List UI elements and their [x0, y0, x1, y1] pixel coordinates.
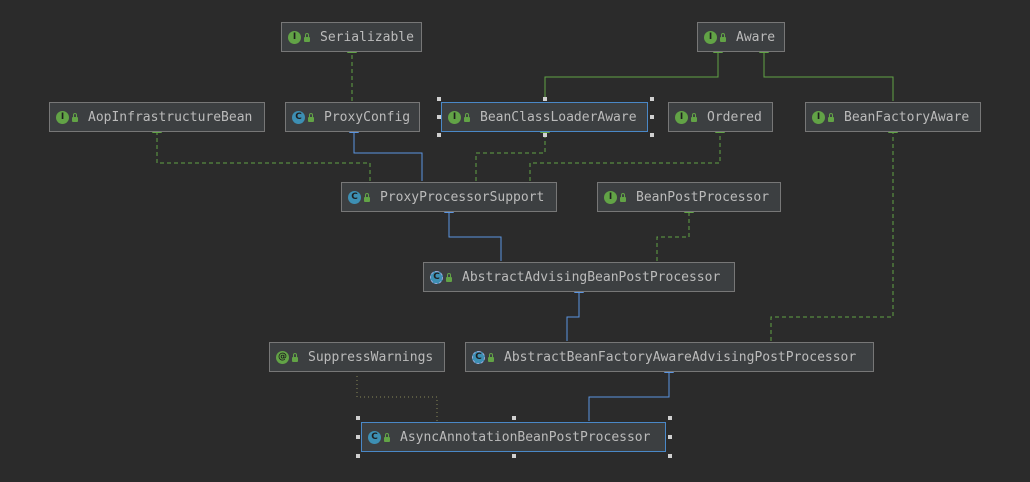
interface-icon: I — [812, 110, 825, 124]
node-suppress-warnings[interactable]: @ SuppressWarnings — [269, 342, 445, 372]
edge-beanfactoryaware-aware — [759, 44, 894, 101]
selection-handle[interactable] — [668, 435, 672, 439]
selection-handle[interactable] — [512, 416, 516, 420]
interface-icon: I — [675, 110, 688, 124]
selection-handle[interactable] — [650, 133, 654, 137]
node-label: AsyncAnnotationBeanPostProcessor — [400, 429, 651, 445]
lock-icon — [620, 192, 626, 202]
node-label: ProxyProcessorSupport — [380, 189, 545, 205]
lock-icon — [828, 112, 834, 122]
edge-pps-proxyconfig — [349, 124, 423, 181]
selection-handle[interactable] — [668, 454, 672, 458]
lock-icon — [304, 32, 310, 42]
node-proxy-processor-support[interactable]: C ProxyProcessorSupport — [341, 182, 557, 212]
edge-beanclassloaderaware-aware — [544, 44, 723, 101]
selection-handle[interactable] — [512, 454, 516, 458]
node-bean-post-processor[interactable]: I BeanPostProcessor — [597, 182, 781, 212]
edge-aabpp-beanpostprocessor — [656, 204, 694, 261]
node-bean-factory-aware[interactable]: I BeanFactoryAware — [805, 102, 981, 132]
edge-aabpp2-abfaapp — [588, 364, 674, 421]
lock-icon — [691, 112, 697, 122]
selection-handle[interactable] — [543, 133, 547, 137]
node-label: AopInfrastructureBean — [88, 109, 253, 125]
annotation-icon: @ — [276, 350, 289, 364]
node-label: AbstractBeanFactoryAwareAdvisingPostProc… — [504, 349, 857, 365]
lock-icon — [384, 432, 390, 442]
node-label: BeanClassLoaderAware — [480, 109, 637, 125]
selection-handle[interactable] — [543, 97, 547, 101]
lock-icon — [72, 112, 78, 122]
class-icon: C — [368, 430, 381, 444]
edge-aabpp-pps — [444, 204, 502, 261]
selection-handle[interactable] — [650, 97, 654, 101]
node-label: Serializable — [320, 29, 414, 45]
interface-icon: I — [604, 190, 617, 204]
edge-abfaapp-aabpp — [566, 284, 584, 341]
node-async-annotation-bean-post-processor[interactable]: C AsyncAnnotationBeanPostProcessor — [361, 422, 666, 452]
lock-icon — [720, 32, 726, 42]
node-label: SuppressWarnings — [308, 349, 434, 365]
edge-pps-beanclassloaderaware — [475, 124, 550, 181]
node-label: AbstractAdvisingBeanPostProcessor — [462, 269, 721, 285]
lock-icon — [364, 192, 370, 202]
class-icon: C — [348, 190, 361, 204]
lock-icon — [308, 112, 314, 122]
node-serializable[interactable]: I Serializable — [281, 22, 422, 52]
node-aware[interactable]: I Aware — [697, 22, 785, 52]
interface-icon: I — [56, 110, 69, 124]
node-label: Ordered — [707, 109, 762, 125]
selection-handle[interactable] — [437, 115, 441, 119]
edge-pps-aopinfrastructurebean — [152, 124, 371, 181]
node-label: BeanPostProcessor — [636, 189, 770, 205]
node-bean-class-loader-aware[interactable]: I BeanClassLoaderAware — [441, 102, 648, 132]
node-ordered[interactable]: I Ordered — [668, 102, 773, 132]
edge-async-suppresswarnings — [356, 373, 438, 421]
node-proxy-config[interactable]: C ProxyConfig — [285, 102, 420, 132]
selection-handle[interactable] — [668, 416, 672, 420]
node-label: BeanFactoryAware — [844, 109, 970, 125]
node-label: ProxyConfig — [324, 109, 411, 125]
abstract-class-icon: C — [430, 270, 443, 284]
lock-icon — [464, 112, 470, 122]
class-icon: C — [292, 110, 305, 124]
uml-class-diagram: I Serializable I Aware I AopInfrastructu… — [0, 0, 1030, 482]
abstract-class-icon: C — [472, 350, 485, 364]
interface-icon: I — [448, 110, 461, 124]
selection-handle[interactable] — [437, 133, 441, 137]
interface-icon: I — [288, 30, 301, 44]
lock-icon — [488, 352, 494, 362]
diagram-edges — [152, 44, 898, 421]
edge-abfaapp-beanfactoryaware — [770, 124, 898, 341]
selection-handle[interactable] — [650, 115, 654, 119]
node-abstract-bean-factory-aware-advising-post-processor[interactable]: C AbstractBeanFactoryAwareAdvisingPostPr… — [465, 342, 874, 372]
interface-icon: I — [704, 30, 717, 44]
selection-handle[interactable] — [356, 435, 360, 439]
lock-icon — [446, 272, 452, 282]
node-aop-infrastructure-bean[interactable]: I AopInfrastructureBean — [49, 102, 265, 132]
selection-handle[interactable] — [356, 454, 360, 458]
selection-handle[interactable] — [356, 416, 360, 420]
lock-icon — [292, 352, 298, 362]
edge-pps-ordered — [529, 124, 725, 181]
selection-handle[interactable] — [437, 97, 441, 101]
node-abstract-advising-bean-post-processor[interactable]: C AbstractAdvisingBeanPostProcessor — [423, 262, 735, 292]
node-label: Aware — [736, 29, 776, 45]
